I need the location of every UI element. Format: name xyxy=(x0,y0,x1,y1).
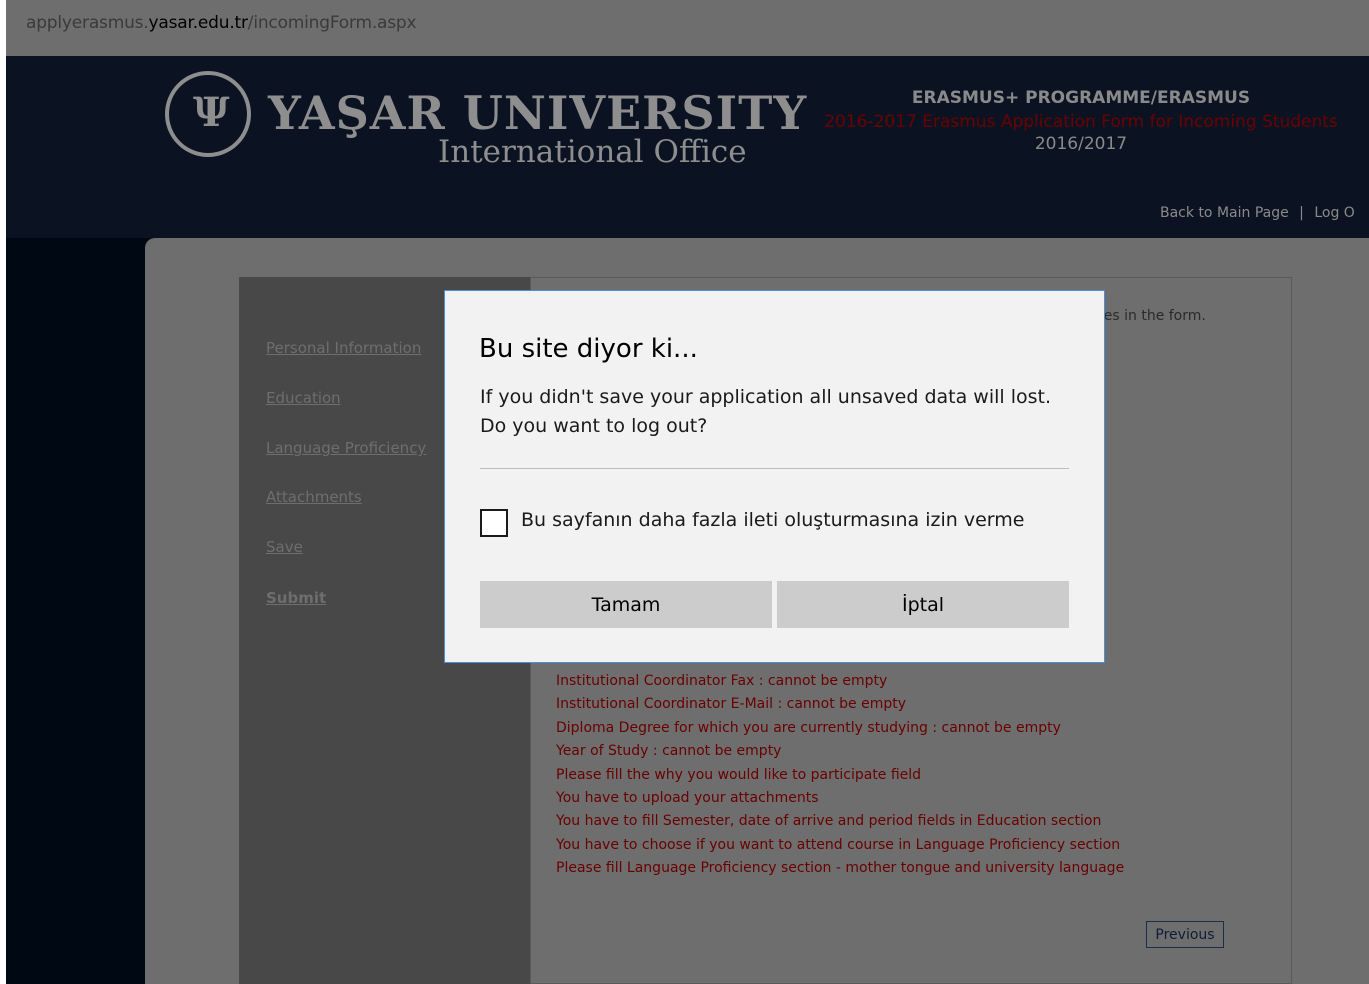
address-bar[interactable]: applyerasmus.yasar.edu.tr/incomingForm.a… xyxy=(6,0,1369,56)
menu-item-education[interactable]: Education xyxy=(266,389,341,407)
confirm-dialog: Bu site diyor ki... If you didn't save y… xyxy=(444,290,1105,663)
menu-item-language-proficiency[interactable]: Language Proficiency xyxy=(266,439,426,457)
programme-title: ERASMUS+ PROGRAMME/ERASMUS xyxy=(911,88,1251,108)
suppress-dialogs-label[interactable]: Bu sayfanın daha fazla ileti oluşturması… xyxy=(521,509,1024,531)
dialog-divider xyxy=(480,468,1069,469)
link-separator: | xyxy=(1299,205,1304,221)
programme-info: ERASMUS+ PROGRAMME/ERASMUS 2016-2017 Era… xyxy=(801,88,1361,154)
error-message: Diploma Degree for which you are current… xyxy=(556,719,1061,736)
suppress-dialogs-checkbox[interactable] xyxy=(480,509,508,537)
academic-year: 2016/2017 xyxy=(1034,134,1128,154)
error-message: You have to choose if you want to attend… xyxy=(556,836,1121,853)
error-message: Year of Study : cannot be empty xyxy=(556,743,782,760)
cancel-button[interactable]: İptal xyxy=(777,581,1069,628)
previous-button[interactable]: Previous xyxy=(1146,921,1224,948)
error-message: You have to fill Semester, date of arriv… xyxy=(556,813,1102,830)
url-prefix: applyerasmus. xyxy=(26,13,149,33)
header-links: Back to Main Page | Log O xyxy=(1160,205,1355,221)
menu-item-submit[interactable]: Submit xyxy=(266,589,326,607)
menu-item-attachments[interactable]: Attachments xyxy=(266,488,362,506)
logo-mark-icon: Ψ xyxy=(193,89,230,136)
error-message: You have to upload your attachments xyxy=(556,790,819,807)
university-name: YAŞAR UNIVERSITY xyxy=(268,86,808,140)
error-message: Institutional Coordinator E-Mail : canno… xyxy=(556,696,907,713)
dialog-message-line: If you didn't save your application all … xyxy=(480,386,1052,408)
dialog-message: If you didn't save your application all … xyxy=(480,383,1070,441)
menu-item-personal-information[interactable]: Personal Information xyxy=(266,339,421,357)
back-to-main-link[interactable]: Back to Main Page xyxy=(1160,205,1289,221)
error-message: Please fill the why you would like to pa… xyxy=(556,766,922,783)
dialog-message-line: Do you want to log out? xyxy=(480,415,708,437)
menu-item-save[interactable]: Save xyxy=(266,538,303,556)
url-host: yasar.edu.tr xyxy=(148,13,248,33)
office-name: International Office xyxy=(438,134,747,170)
dialog-title: Bu site diyor ki... xyxy=(479,334,698,364)
error-list: Institutional Coordinator Fax : cannot b… xyxy=(556,670,1124,881)
logout-link[interactable]: Log O xyxy=(1314,205,1354,221)
form-title: 2016-2017 Erasmus Application Form for I… xyxy=(824,112,1338,132)
url-text[interactable]: applyerasmus.yasar.edu.tr/incomingForm.a… xyxy=(26,13,417,33)
error-message: Please fill Language Proficiency section… xyxy=(556,860,1125,877)
site-header: Ψ YAŞAR UNIVERSITY International Office … xyxy=(6,56,1369,238)
url-path: /incomingForm.aspx xyxy=(247,13,417,33)
university-logo-icon: Ψ xyxy=(165,71,251,157)
error-message: Institutional Coordinator Fax : cannot b… xyxy=(556,673,888,689)
ok-button[interactable]: Tamam xyxy=(480,581,772,628)
